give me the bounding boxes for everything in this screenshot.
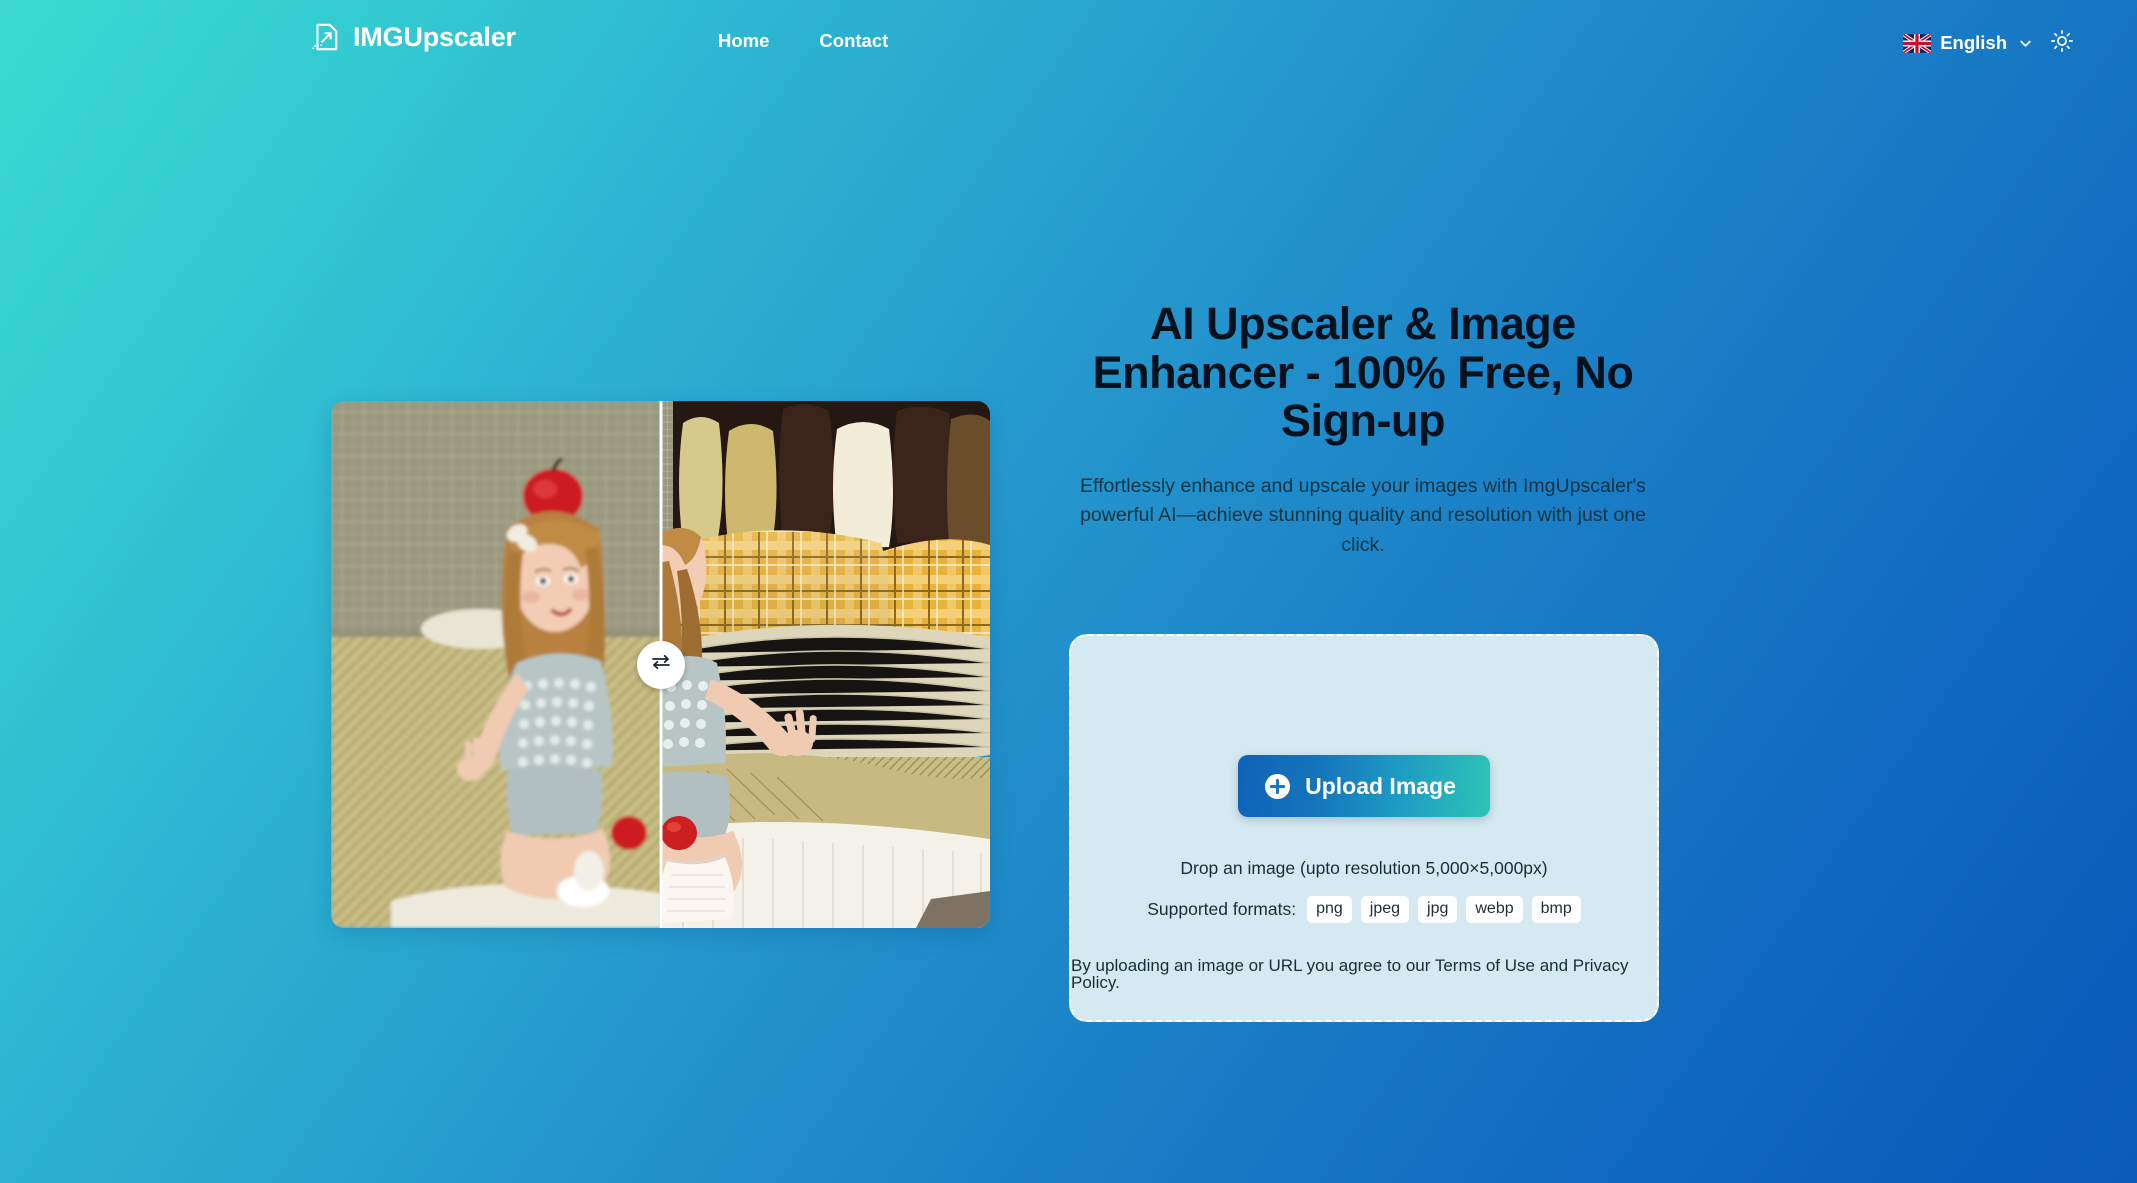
upload-button-label: Upload Image bbox=[1305, 772, 1456, 799]
page-title: AI Upscaler & Image Enhancer - 100% Free… bbox=[1092, 298, 1634, 447]
terms-of-use-link[interactable]: Terms of Use bbox=[1435, 956, 1535, 975]
drop-hint-text: Drop an image (upto resolution 5,000×5,0… bbox=[1180, 858, 1548, 878]
terms-conjunction-text: and bbox=[1534, 955, 1573, 975]
upload-dropzone[interactable]: Upload Image Drop an image (upto resolut… bbox=[1069, 634, 1659, 1022]
format-chip-jpg[interactable]: jpg bbox=[1418, 895, 1458, 923]
hero-section: AI Upscaler & Image Enhancer - 100% Free… bbox=[0, 0, 2137, 1183]
terms-suffix-text: . bbox=[1115, 972, 1120, 992]
format-chip-webp[interactable]: webp bbox=[1466, 895, 1523, 923]
format-chip-jpeg[interactable]: jpeg bbox=[1360, 895, 1410, 923]
supported-formats-row: Supported formats: png jpeg jpg webp bmp bbox=[1147, 895, 1581, 923]
swap-arrows-icon bbox=[649, 650, 673, 679]
format-chip-png[interactable]: png bbox=[1307, 895, 1352, 923]
supported-formats-label: Supported formats: bbox=[1147, 898, 1297, 919]
hero-copy: AI Upscaler & Image Enhancer - 100% Free… bbox=[1068, 298, 1658, 561]
before-after-comparison[interactable] bbox=[331, 401, 990, 928]
terms-notice: By uploading an image or URL you agree t… bbox=[1071, 957, 1657, 991]
terms-prefix-text: By uploading an image or URL you agree t… bbox=[1071, 955, 1435, 975]
hero-subtitle: Effortlessly enhance and upscale your im… bbox=[1080, 474, 1646, 557]
upload-image-button[interactable]: Upload Image bbox=[1238, 755, 1490, 817]
comparison-slider-handle[interactable] bbox=[636, 640, 685, 689]
plus-circle-icon bbox=[1264, 773, 1291, 800]
format-chip-bmp[interactable]: bmp bbox=[1531, 895, 1581, 923]
